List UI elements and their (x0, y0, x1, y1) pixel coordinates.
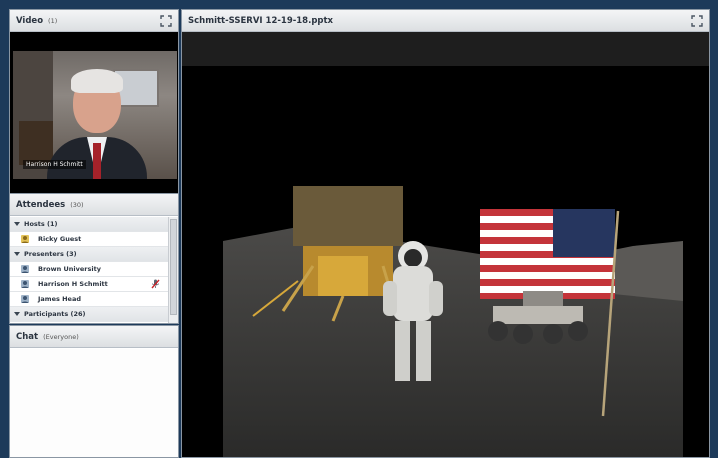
presenters-group[interactable]: Presenters (3) (10, 247, 168, 262)
hosts-group-label: Hosts (1) (24, 220, 58, 228)
expand-icon[interactable] (160, 14, 172, 27)
presenter-user-icon (21, 280, 29, 288)
slide-image (223, 66, 683, 457)
chat-message-area[interactable] (10, 349, 178, 457)
collapse-triangle-icon[interactable] (14, 252, 20, 256)
attendee-row[interactable]: Harrison H Schmitt (10, 277, 168, 292)
scroll-thumb[interactable] (170, 219, 177, 315)
attendee-name: Ricky Guest (38, 235, 82, 243)
chat-scope[interactable]: (Everyone) (43, 333, 79, 341)
collapse-triangle-icon[interactable] (14, 312, 20, 316)
presenters-group-label: Presenters (3) (24, 250, 77, 258)
video-bg (19, 121, 53, 165)
chat-pod-header: Chat (Everyone) (10, 326, 178, 348)
speaker-name-label: Harrison H Schmitt (23, 160, 86, 169)
video-pod-title: Video (16, 15, 44, 26)
host-user-icon (21, 235, 29, 243)
attendees-pod: Attendees (30) Hosts (1) Ricky Guest Pre… (9, 193, 179, 324)
video-pod: Video (1) Harrison H Schmitt (9, 9, 179, 194)
attendee-row[interactable]: James Head (10, 292, 168, 307)
presenter-user-icon (21, 265, 29, 273)
attendee-scrollbar[interactable] (168, 217, 178, 323)
attendees-count: (30) (70, 200, 84, 209)
collapse-triangle-icon[interactable] (14, 222, 20, 226)
participants-group-label: Participants (26) (24, 310, 86, 318)
chat-pod: Chat (Everyone) (9, 325, 179, 458)
video-bg (93, 143, 101, 179)
video-pod-header: Video (1) (10, 10, 178, 32)
attendee-row[interactable]: Ricky Guest (10, 232, 168, 247)
participants-group[interactable]: Participants (26) (10, 307, 168, 322)
attendee-row[interactable]: Brown University (10, 262, 168, 277)
share-pod: Schmitt-SSERVI 12-19-18.pptx (181, 9, 710, 458)
microphone-icon[interactable] (151, 279, 160, 289)
expand-icon[interactable] (691, 14, 703, 27)
hosts-group[interactable]: Hosts (1) (10, 217, 168, 232)
attendee-list: Hosts (1) Ricky Guest Presenters (3) Bro… (10, 217, 168, 323)
attendees-pod-header: Attendees (30) (10, 194, 178, 216)
attendee-name: James Head (38, 295, 82, 303)
presenter-user-icon (21, 295, 29, 303)
video-bg (71, 69, 123, 93)
attendee-name: Harrison H Schmitt (38, 280, 108, 288)
attendee-name: Brown University (38, 265, 101, 273)
chat-pod-title: Chat (16, 331, 39, 342)
video-count: (1) (48, 16, 58, 25)
video-feed[interactable]: Harrison H Schmitt (13, 51, 177, 179)
share-pod-header: Schmitt-SSERVI 12-19-18.pptx (182, 10, 709, 32)
attendees-pod-title: Attendees (16, 199, 66, 210)
share-pod-title: Schmitt-SSERVI 12-19-18.pptx (188, 15, 334, 26)
slide-letterbox (182, 32, 709, 66)
